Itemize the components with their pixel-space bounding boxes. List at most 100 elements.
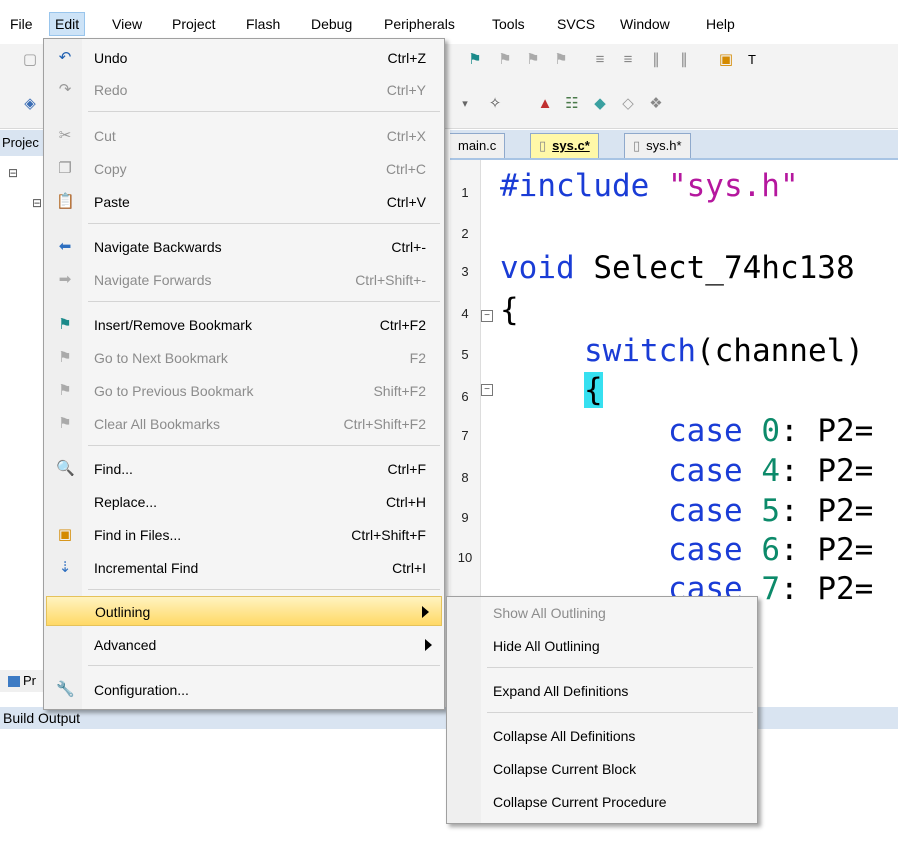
menu-item-shortcut: Ctrl+Shift+F2	[343, 416, 426, 432]
submenu-arrow-icon	[422, 606, 429, 618]
code-keyword: #include	[500, 168, 650, 204]
menu-file[interactable]: File	[10, 14, 33, 34]
menu-item-expand-all-definitions[interactable]: Expand All Definitions	[447, 676, 757, 706]
menu-item-paste[interactable]: 📋 Paste Ctrl+V	[44, 187, 444, 217]
code-keyword: case	[668, 453, 743, 489]
find-in-files-icon: ▣	[57, 526, 73, 543]
menu-item-shortcut: Ctrl+Shift+-	[355, 272, 426, 288]
menu-peripherals[interactable]: Peripherals	[384, 14, 455, 34]
menu-item-shortcut: Shift+F2	[373, 383, 426, 399]
new-file-icon[interactable]: ▢	[20, 50, 40, 70]
magic-wand-icon[interactable]: ✧	[485, 94, 505, 114]
dropdown-arrow-icon[interactable]: ▾	[455, 94, 475, 114]
clear-bookmarks-icon[interactable]: ⚑	[551, 50, 571, 70]
menu-svcs[interactable]: SVCS	[557, 14, 595, 34]
manage-components-icon[interactable]: ▲	[535, 94, 555, 114]
menu-item-cut[interactable]: ✂ Cut Ctrl+X	[44, 121, 444, 151]
next-bookmark-icon[interactable]: ⚑	[495, 50, 515, 70]
menu-item-previous-bookmark[interactable]: ⚑ Go to Previous Bookmark Shift+F2	[44, 376, 444, 406]
menu-flash[interactable]: Flash	[246, 14, 280, 34]
menu-item-configuration[interactable]: 🔧 Configuration...	[44, 675, 444, 705]
menu-item-collapse-current-procedure[interactable]: Collapse Current Procedure	[447, 787, 757, 817]
unindent-icon[interactable]: ≡	[618, 50, 638, 70]
cut-icon: ✂	[58, 127, 72, 144]
code-line-8: case 4: P2=	[668, 453, 873, 489]
gem-icon[interactable]: ◇	[618, 94, 638, 114]
diamond-icon[interactable]: ◆	[590, 94, 610, 114]
menu-project[interactable]: Project	[172, 14, 216, 34]
menu-item-navigate-forwards[interactable]: ➡ Navigate Forwards Ctrl+Shift+-	[44, 265, 444, 295]
previous-bookmark-icon[interactable]: ⚑	[523, 50, 543, 70]
multi-gem-icon[interactable]: ❖	[646, 94, 666, 114]
redo-icon: ↷	[58, 81, 72, 98]
find-in-files-icon[interactable]: ▣	[716, 50, 736, 70]
menu-item-show-all-outlining[interactable]: Show All Outlining	[447, 598, 757, 628]
menu-item-label: Undo	[94, 50, 128, 66]
file-icon: ▯	[539, 138, 547, 153]
menu-item-find-in-files[interactable]: ▣ Find in Files... Ctrl+Shift+F	[44, 520, 444, 550]
paste-icon: 📋	[56, 193, 75, 210]
menu-item-collapse-all-definitions[interactable]: Collapse All Definitions	[447, 721, 757, 751]
line-number: 10	[457, 550, 473, 565]
code-line-10: case 6: P2=	[668, 532, 873, 568]
target-options-icon[interactable]: ◈	[20, 94, 40, 114]
line-number: 7	[461, 428, 469, 443]
menu-item-label: Replace...	[94, 494, 158, 510]
line-number: 1	[461, 185, 469, 200]
menu-item-outlining[interactable]: Outlining	[46, 596, 442, 626]
tree-expand-icon[interactable]: ⊟	[8, 166, 18, 180]
menu-item-hide-all-outlining[interactable]: Hide All Outlining	[447, 631, 757, 661]
menu-tools[interactable]: Tools	[492, 14, 525, 34]
menu-item-undo[interactable]: ↶ Undo Ctrl+Z	[44, 43, 444, 73]
menu-help[interactable]: Help	[706, 14, 735, 34]
menu-item-incremental-find[interactable]: ⇣ Incremental Find Ctrl+I	[44, 553, 444, 583]
fold-collapse-icon[interactable]: −	[481, 384, 493, 396]
menu-item-replace[interactable]: Replace... Ctrl+H	[44, 487, 444, 517]
tree-node-icon[interactable]: ⊟	[32, 196, 42, 210]
code-text: Select_74hc138	[574, 250, 855, 286]
menu-item-advanced[interactable]: Advanced	[44, 630, 444, 660]
indent-icon[interactable]: ≡	[590, 50, 610, 70]
menu-debug[interactable]: Debug	[311, 14, 352, 34]
menu-item-label: Find...	[94, 461, 133, 477]
previous-bookmark-icon: ⚑	[58, 382, 72, 399]
menu-item-next-bookmark[interactable]: ⚑ Go to Next Bookmark F2	[44, 343, 444, 373]
code-line-9: case 5: P2=	[668, 493, 873, 529]
code-text: : P2=	[780, 532, 874, 568]
menu-item-find[interactable]: 🔍 Find... Ctrl+F	[44, 454, 444, 484]
menu-item-shortcut: Ctrl+V	[386, 194, 426, 210]
code-string: "sys.h"	[667, 168, 799, 204]
pack-installer-icon[interactable]: ☷	[562, 94, 582, 114]
menu-item-clear-bookmarks[interactable]: ⚑ Clear All Bookmarks Ctrl+Shift+F2	[44, 409, 444, 439]
menu-edit[interactable]: Edit	[49, 12, 86, 36]
arrow-left-icon: ⬅	[58, 238, 72, 255]
bookmark-flag-icon[interactable]: ⚑	[465, 50, 485, 70]
matched-brace: {	[584, 372, 603, 408]
menu-item-copy[interactable]: ❐ Copy Ctrl+C	[44, 154, 444, 184]
tab-label: sys.h*	[646, 138, 682, 153]
tab-main-c[interactable]: main.c	[450, 133, 506, 158]
menu-item-label: Navigate Forwards	[94, 272, 212, 288]
code-number: 6	[761, 532, 780, 568]
menu-item-shortcut: Ctrl+-	[391, 239, 426, 255]
uncomment-icon[interactable]: ∥	[674, 50, 694, 70]
menu-window[interactable]: Window	[620, 14, 670, 34]
tab-sys-h[interactable]: ▯ sys.h*	[624, 133, 691, 158]
tab-label: sys.c*	[552, 138, 590, 153]
menu-separator	[487, 712, 753, 713]
menu-item-redo[interactable]: ↷ Redo Ctrl+Y	[44, 75, 444, 105]
menu-item-label: Hide All Outlining	[493, 638, 600, 654]
menu-view[interactable]: View	[112, 14, 142, 34]
tab-label: main.c	[458, 138, 497, 153]
fold-collapse-icon[interactable]: −	[481, 310, 493, 322]
menu-item-label: Advanced	[94, 637, 157, 653]
code-number: 7	[761, 571, 780, 607]
menu-item-insert-remove-bookmark[interactable]: ⚑ Insert/Remove Bookmark Ctrl+F2	[44, 310, 444, 340]
menu-item-label: Go to Next Bookmark	[94, 350, 228, 366]
comment-icon[interactable]: ∥	[646, 50, 666, 70]
menu-item-navigate-backwards[interactable]: ⬅ Navigate Backwards Ctrl+-	[44, 232, 444, 262]
menu-item-collapse-current-block[interactable]: Collapse Current Block	[447, 754, 757, 784]
menu-item-label: Collapse All Definitions	[493, 728, 636, 744]
tab-sys-c[interactable]: ▯ sys.c*	[530, 133, 599, 158]
text-icon[interactable]: T	[742, 50, 762, 70]
